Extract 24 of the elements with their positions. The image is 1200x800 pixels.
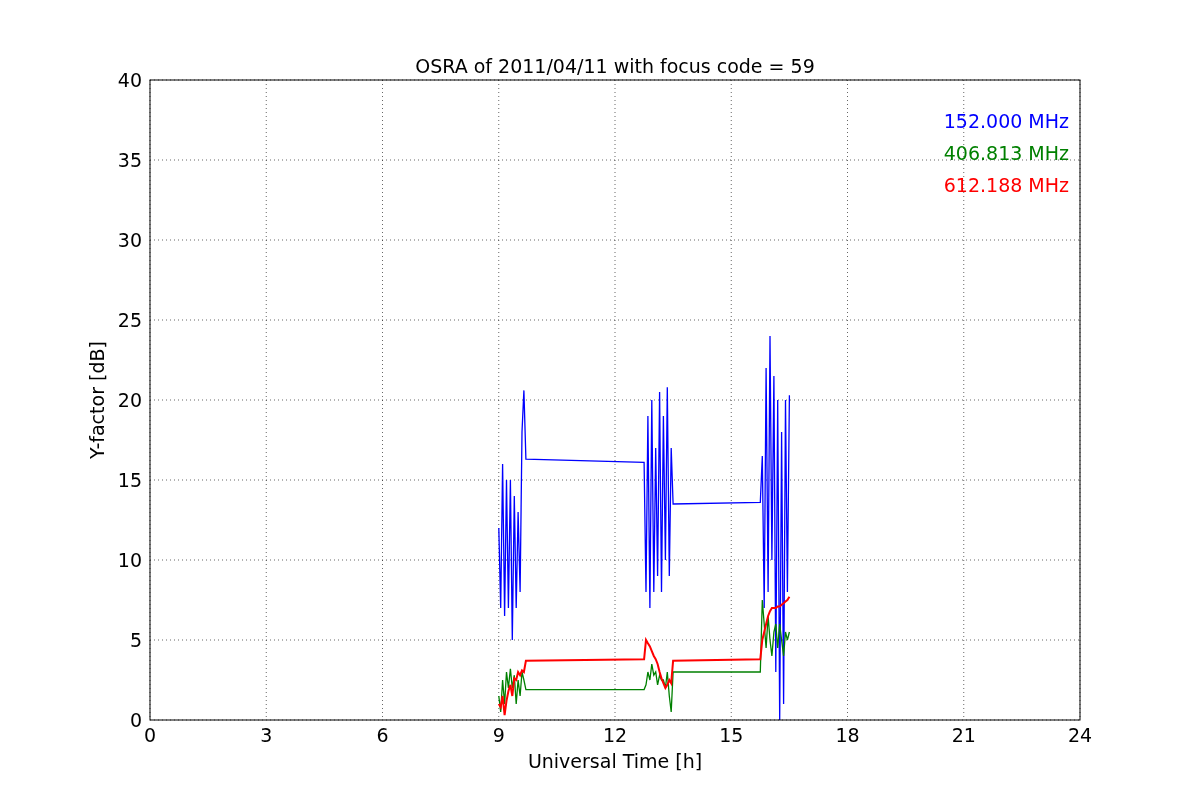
tick-label: 18: [835, 724, 860, 746]
tick-label: 9: [492, 724, 505, 746]
tick-label: 0: [129, 709, 142, 731]
y-axis-label: Y-factor [dB]: [86, 341, 108, 459]
tick-label: 35: [117, 149, 142, 171]
tick-label: 30: [117, 229, 142, 251]
tick-label: 21: [951, 724, 976, 746]
chart-title: OSRA of 2011/04/11 with focus code = 59: [415, 55, 815, 77]
tick-label: 12: [602, 724, 628, 746]
tick-label: 5: [129, 629, 142, 651]
tick-label: 3: [260, 724, 273, 746]
tick-label: 20: [117, 389, 142, 411]
tick-label: 6: [376, 724, 389, 746]
tick-label: 15: [719, 724, 744, 746]
x-axis-label: Universal Time [h]: [527, 750, 703, 772]
legend-label: 612.188 MHz: [943, 174, 1069, 196]
legend-label: 406.813 MHz: [943, 142, 1069, 164]
tick-label: 40: [117, 69, 142, 91]
tick-label: 15: [117, 469, 142, 491]
tick-label: 25: [117, 309, 142, 331]
tick-label: 0: [143, 724, 157, 746]
tick-label: 10: [117, 549, 142, 571]
legend-label: 152.000 MHz: [943, 110, 1069, 132]
tick-label: 24: [1067, 724, 1093, 746]
